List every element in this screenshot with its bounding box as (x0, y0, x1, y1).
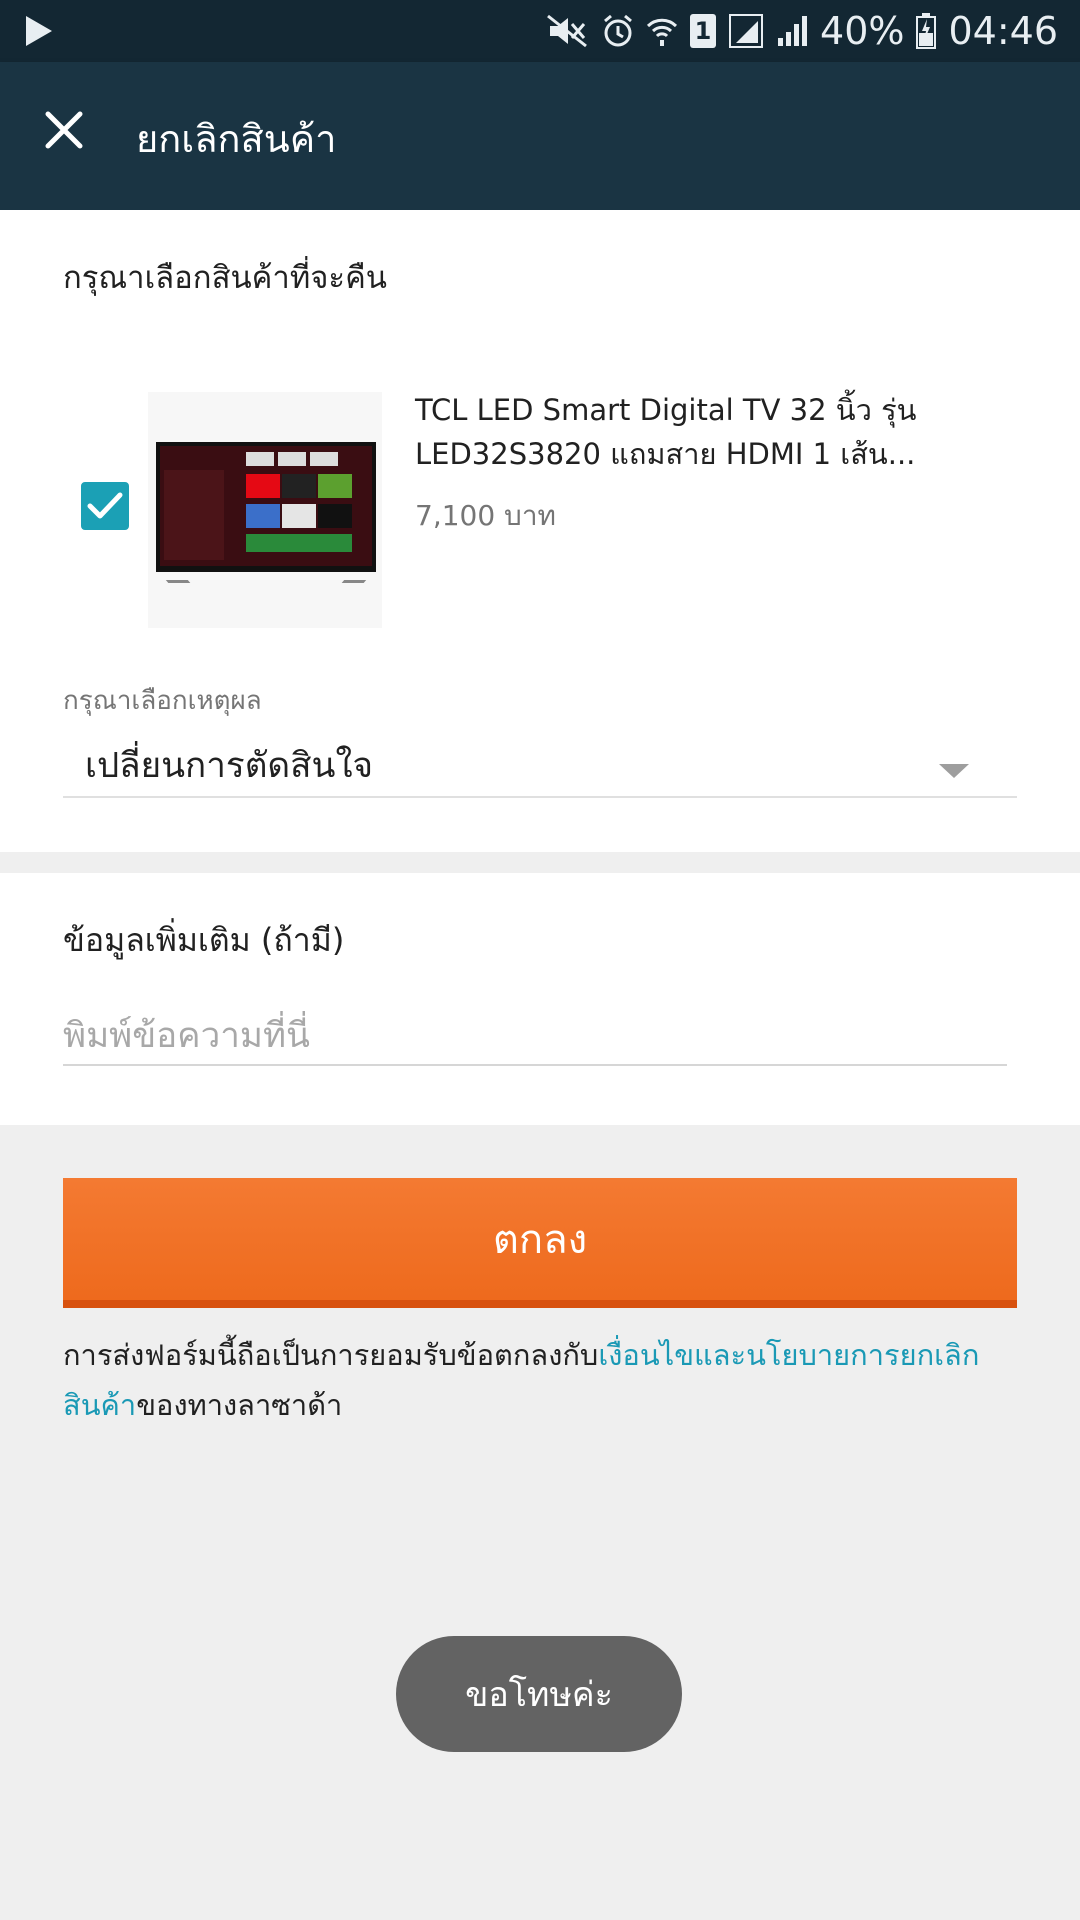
tv-leg (335, 580, 367, 590)
close-icon (45, 111, 83, 149)
tv-tile (278, 452, 306, 466)
app-toolbar: ยกเลิกสินค้า (0, 62, 1080, 210)
additional-info-title: ข้อมูลเพิ่มเติม (ถ้ามี) (63, 921, 345, 959)
reason-selected-value: เปลี่ยนการตัดสินใจ (85, 746, 374, 786)
close-button[interactable] (36, 102, 92, 158)
mute-icon (547, 14, 587, 48)
tv-tile (246, 452, 274, 466)
clock: 04:46 (948, 9, 1058, 53)
tv-tile (282, 474, 316, 498)
tv-tile (246, 474, 280, 498)
signal-icon (778, 16, 808, 46)
additional-info-input[interactable] (63, 1008, 1007, 1066)
tv-tile (282, 504, 316, 528)
tv-menu (164, 470, 224, 560)
additional-info-card: ข้อมูลเพิ่มเติม (ถ้ามี) (0, 873, 1080, 1125)
battery-icon (916, 13, 937, 49)
toast-message: ขอโทษค่ะ (396, 1636, 682, 1752)
tv-screen (156, 442, 376, 572)
tv-tile (310, 452, 338, 466)
alarm-icon (604, 14, 632, 47)
tv-tile (318, 474, 352, 498)
product-image[interactable] (148, 392, 382, 628)
terms-text: การส่งฟอร์มนี้ถือเป็นการยอมรับข้อตกลงกับ… (63, 1330, 1023, 1430)
reason-dropdown[interactable]: เปลี่ยนการตัดสินใจ (63, 728, 1017, 798)
play-icon (26, 16, 52, 46)
product-name[interactable]: TCL LED Smart Digital TV 32 นิ้ว รุ่น LE… (415, 388, 1015, 476)
signal-icon (729, 14, 764, 48)
dropdown-arrow-icon (939, 764, 969, 778)
product-checkbox[interactable] (81, 482, 129, 530)
submit-button[interactable]: ตกลง (63, 1178, 1017, 1308)
tv-tile (246, 534, 352, 552)
sim-icon: 1 (690, 14, 717, 48)
wifi-icon (646, 18, 678, 46)
product-price: 7,100 บาท (415, 499, 557, 532)
terms-suffix: ของทางลาซาด้า (136, 1388, 343, 1422)
terms-prefix: การส่งฟอร์มนี้ถือเป็นการยอมรับข้อตกลงกับ (63, 1338, 599, 1372)
status-bar: 1 40% 04:46 (0, 0, 1080, 62)
product-selection-card: กรุณาเลือกสินค้าที่จะคืน TCL LED Smart D… (0, 210, 1080, 852)
battery-percent: 40% (820, 9, 905, 53)
section-title: กรุณาเลือกสินค้าที่จะคืน (63, 260, 388, 296)
tv-leg (165, 580, 197, 590)
tv-tile (318, 504, 352, 528)
page-title: ยกเลิกสินค้า (136, 117, 337, 161)
tv-tile (246, 504, 280, 528)
reason-label: กรุณาเลือกเหตุผล (63, 686, 262, 716)
checkmark-icon (87, 492, 123, 519)
status-icons: 1 40% 04:46 (544, 0, 1058, 62)
